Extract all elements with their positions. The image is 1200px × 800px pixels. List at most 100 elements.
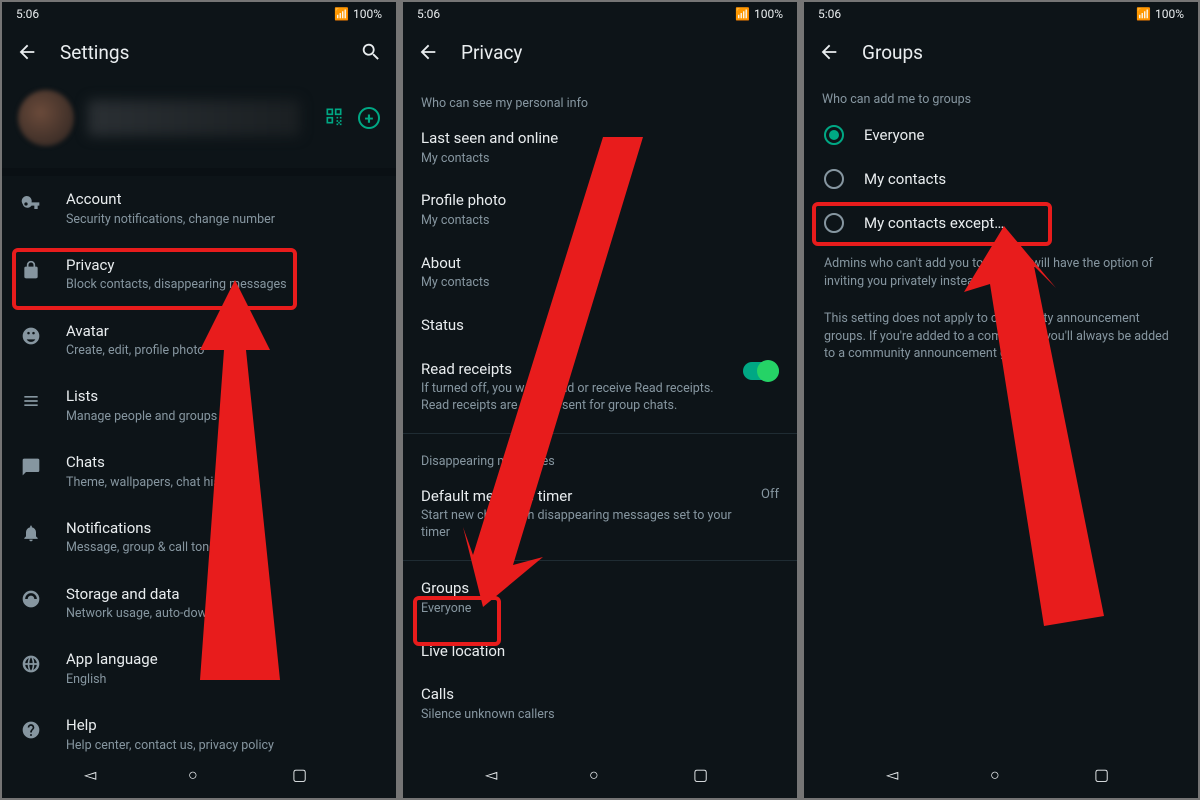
nav-bar: ◅ ○ ▢ <box>2 754 396 798</box>
item-title: Account <box>66 190 380 210</box>
privacy-item-timer[interactable]: Default message timer Start new chats wi… <box>403 475 797 554</box>
privacy-item-receipts[interactable]: Read receipts If turned off, you won't s… <box>403 348 797 427</box>
toggle-switch[interactable] <box>743 362 779 380</box>
profile-name-blur <box>88 100 300 136</box>
item-sub: If turned off, you won't send or receive… <box>421 381 743 415</box>
item-title: App language <box>66 650 380 670</box>
nav-home-icon[interactable]: ○ <box>990 765 1012 787</box>
status-bar: 5:06 📶100% <box>2 2 396 26</box>
avatar <box>18 90 74 146</box>
nav-bar: ◅ ○ ▢ <box>804 754 1198 798</box>
page-title: Privacy <box>461 41 783 64</box>
item-title: Read receipts <box>421 360 743 380</box>
header: Groups <box>804 26 1198 78</box>
item-sub: Silence unknown callers <box>421 707 779 724</box>
profile-row[interactable]: + <box>2 78 396 168</box>
item-value: Off <box>761 487 779 502</box>
item-sub: English <box>66 672 380 688</box>
item-title: Avatar <box>66 322 380 342</box>
help-icon <box>20 719 42 741</box>
info-text: This setting does not apply to community… <box>804 300 1198 373</box>
item-title: Default message timer <box>421 487 749 507</box>
page-title: Settings <box>60 41 338 64</box>
settings-item-account[interactable]: Account Security notifications, change n… <box>2 176 396 242</box>
radio-icon <box>824 169 844 189</box>
privacy-item-livelocation[interactable]: Live location <box>403 630 797 674</box>
item-sub: My contacts <box>421 275 779 292</box>
radio-label: My contacts except… <box>864 214 1004 232</box>
privacy-item-status[interactable]: Status <box>403 304 797 348</box>
section-header: Who can add me to groups <box>804 78 1198 113</box>
divider <box>403 433 797 434</box>
settings-item-privacy[interactable]: Privacy Block contacts, disappearing mes… <box>2 242 396 308</box>
item-sub: Theme, wallpapers, chat history <box>66 475 380 491</box>
settings-item-storage[interactable]: Storage and data Network usage, auto-dow… <box>2 571 396 637</box>
privacy-item-about[interactable]: About My contacts <box>403 242 797 304</box>
info-text: Admins who can't add you to a group will… <box>804 245 1198 300</box>
back-icon[interactable] <box>16 41 38 63</box>
status-right: 📶100% <box>334 7 382 21</box>
item-sub: My contacts <box>421 213 779 230</box>
nav-home-icon[interactable]: ○ <box>589 765 611 787</box>
chats-icon <box>20 456 42 478</box>
settings-item-notifications[interactable]: Notifications Message, group & call tone… <box>2 505 396 571</box>
item-title: Status <box>421 316 779 336</box>
qr-icon[interactable] <box>324 106 344 130</box>
status-time: 5:06 <box>16 7 39 21</box>
nav-home-icon[interactable]: ○ <box>188 765 210 787</box>
item-title: Notifications <box>66 519 380 539</box>
search-icon[interactable] <box>360 41 382 63</box>
privacy-item-profilephoto[interactable]: Profile photo My contacts <box>403 179 797 241</box>
radio-mycontactsexcept[interactable]: My contacts except… <box>804 201 1198 245</box>
globe-icon <box>20 653 42 675</box>
radio-everyone[interactable]: Everyone <box>804 113 1198 157</box>
settings-item-language[interactable]: App language English <box>2 636 396 702</box>
nav-back-icon[interactable]: ◅ <box>84 765 106 787</box>
item-sub: Message, group & call tones <box>66 540 380 556</box>
radio-icon <box>824 125 844 145</box>
item-sub: Create, edit, profile photo <box>66 343 380 359</box>
item-title: Live location <box>421 642 779 662</box>
section-header: Who can see my personal info <box>403 82 797 117</box>
item-title: About <box>421 254 779 274</box>
face-icon <box>20 325 42 347</box>
status-bar: 5:06 📶100% <box>403 2 797 26</box>
nav-back-icon[interactable]: ◅ <box>485 765 507 787</box>
key-icon <box>20 193 42 215</box>
screen-settings: 5:06 📶100% Settings + Account Security n… <box>2 2 396 798</box>
item-sub: Start new chats with disappearing messag… <box>421 508 749 542</box>
radio-mycontacts[interactable]: My contacts <box>804 157 1198 201</box>
item-sub: Everyone <box>421 601 779 618</box>
header: Settings <box>2 26 396 78</box>
divider <box>403 560 797 561</box>
item-title: Groups <box>421 579 779 599</box>
privacy-item-lastseen[interactable]: Last seen and online My contacts <box>403 117 797 179</box>
item-sub: Security notifications, change number <box>66 212 380 228</box>
add-icon[interactable]: + <box>358 107 380 129</box>
bell-icon <box>20 522 42 544</box>
privacy-item-groups[interactable]: Groups Everyone <box>403 567 797 629</box>
item-title: Help <box>66 716 380 736</box>
nav-recent-icon[interactable]: ▢ <box>693 765 715 787</box>
item-sub: Network usage, auto-download <box>66 606 380 622</box>
nav-recent-icon[interactable]: ▢ <box>1094 765 1116 787</box>
item-sub: Help center, contact us, privacy policy <box>66 738 380 754</box>
nav-back-icon[interactable]: ◅ <box>886 765 908 787</box>
item-sub: My contacts <box>421 151 779 168</box>
item-title: Privacy <box>66 256 380 276</box>
status-right: 📶100% <box>1136 7 1184 21</box>
divider <box>2 168 396 176</box>
item-title: Lists <box>66 387 380 407</box>
status-time: 5:06 <box>417 7 440 21</box>
settings-item-chats[interactable]: Chats Theme, wallpapers, chat history <box>2 439 396 505</box>
nav-bar: ◅ ○ ▢ <box>403 754 797 798</box>
settings-item-lists[interactable]: Lists Manage people and groups <box>2 373 396 439</box>
privacy-item-calls[interactable]: Calls Silence unknown callers <box>403 673 797 735</box>
back-icon[interactable] <box>417 41 439 63</box>
settings-item-avatar[interactable]: Avatar Create, edit, profile photo <box>2 308 396 374</box>
back-icon[interactable] <box>818 41 840 63</box>
status-right: 📶100% <box>735 7 783 21</box>
nav-recent-icon[interactable]: ▢ <box>292 765 314 787</box>
status-time: 5:06 <box>818 7 841 21</box>
item-sub: Manage people and groups <box>66 409 380 425</box>
